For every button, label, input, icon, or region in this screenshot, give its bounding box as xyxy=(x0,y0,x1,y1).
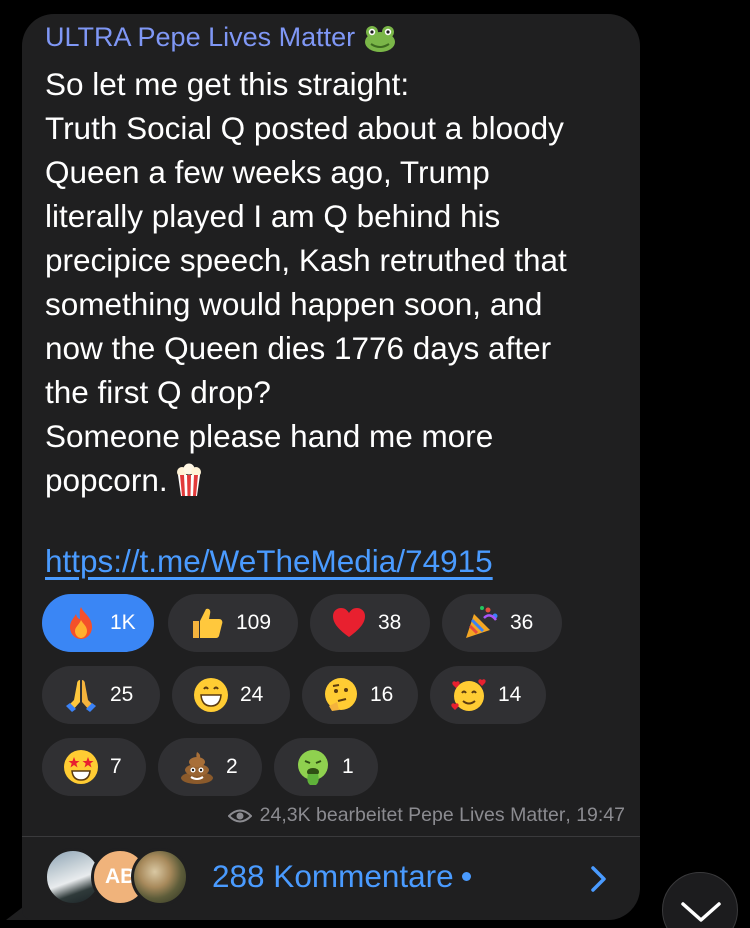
reaction-star-struck[interactable]: 7 xyxy=(42,738,146,796)
reaction-red-heart[interactable]: 38 xyxy=(310,594,430,652)
party-popper-icon xyxy=(466,606,498,638)
message-time: 19:47 xyxy=(576,804,625,826)
sender-name[interactable]: ULTRA Pepe Lives Matter xyxy=(45,22,397,53)
message-line: now the Queen dies 1776 days after xyxy=(45,330,552,366)
red-heart-icon xyxy=(333,608,365,637)
reaction-count: 1K xyxy=(110,611,136,634)
folded-hands-icon xyxy=(66,680,96,712)
message-line: literally played I am Q behind his xyxy=(45,198,501,234)
reaction-count: 109 xyxy=(236,611,272,634)
comments-divider xyxy=(22,836,640,837)
message-link[interactable]: https://t.me/WeTheMedia/74915 xyxy=(45,543,493,580)
message-line: popcorn. xyxy=(45,462,168,498)
view-count: 24,3K xyxy=(259,804,311,826)
pile-of-poo-icon xyxy=(181,752,213,784)
face-vomiting-icon xyxy=(298,750,328,785)
popcorn-icon xyxy=(174,463,204,497)
reaction-count: 16 xyxy=(370,683,394,706)
reaction-smiling-face-with-hearts[interactable]: 14 xyxy=(430,666,546,724)
sender-name-text[interactable]: ULTRA Pepe Lives Matter xyxy=(45,22,355,53)
reaction-count: 1 xyxy=(342,755,354,778)
message-line: So let me get this straight: xyxy=(45,66,410,102)
message-meta: 24,3K bearbeitet Pepe Lives Matter, 19:4… xyxy=(227,804,625,827)
comments-label[interactable]: 288 Kommentare xyxy=(212,858,454,894)
reaction-count: 24 xyxy=(240,683,264,706)
message-line: Someone please hand me more xyxy=(45,418,494,454)
eye-icon xyxy=(227,809,252,822)
edited-label: bearbeitet xyxy=(316,804,403,826)
reaction-count: 38 xyxy=(378,611,402,634)
comments-button[interactable]: 288 Kommentare xyxy=(212,858,471,895)
smiling-face-with-hearts-icon xyxy=(451,679,486,711)
reaction-folded-hands[interactable]: 25 xyxy=(42,666,160,724)
reaction-count: 2 xyxy=(226,755,238,778)
author-signature: Pepe Lives Matter xyxy=(408,804,566,826)
chevron-down-icon xyxy=(681,902,721,922)
chat-screen: ULTRA Pepe Lives Matter So let me get th… xyxy=(0,0,750,928)
frog-icon xyxy=(363,23,397,53)
reaction-pile-of-poo[interactable]: 2 xyxy=(158,738,262,796)
reaction-grinning-face[interactable]: 24 xyxy=(172,666,290,724)
scroll-down-button[interactable] xyxy=(662,872,738,928)
message-line: Queen a few weeks ago, Trump xyxy=(45,154,490,190)
grinning-face-icon xyxy=(194,678,228,712)
message-line: the first Q drop? xyxy=(45,374,271,410)
star-struck-icon xyxy=(64,750,98,784)
thumbs-up-icon xyxy=(193,608,223,638)
message-text: So let me get this straight: Truth Socia… xyxy=(45,62,630,502)
thinking-face-icon xyxy=(325,678,357,711)
reaction-fire[interactable]: 1K xyxy=(42,594,154,652)
reaction-count: 25 xyxy=(110,683,134,706)
reaction-thinking-face[interactable]: 16 xyxy=(302,666,418,724)
avatar xyxy=(131,848,189,906)
fire-icon xyxy=(70,607,92,639)
message-line: Truth Social Q posted about a bloody xyxy=(45,110,564,146)
reaction-count: 36 xyxy=(510,611,534,634)
chevron-right-icon[interactable] xyxy=(590,865,608,893)
reaction-thumbs-up[interactable]: 109 xyxy=(168,594,298,652)
message-line: something would happen soon, and xyxy=(45,286,543,322)
reaction-count: 14 xyxy=(498,683,522,706)
message-line: precipice speech, Kash retruthed that xyxy=(45,242,567,278)
unread-dot xyxy=(461,872,471,881)
message-line-last: popcorn. xyxy=(45,458,630,502)
reaction-party-popper[interactable]: 36 xyxy=(442,594,562,652)
reaction-face-vomiting[interactable]: 1 xyxy=(274,738,378,796)
reaction-count: 7 xyxy=(110,755,122,778)
